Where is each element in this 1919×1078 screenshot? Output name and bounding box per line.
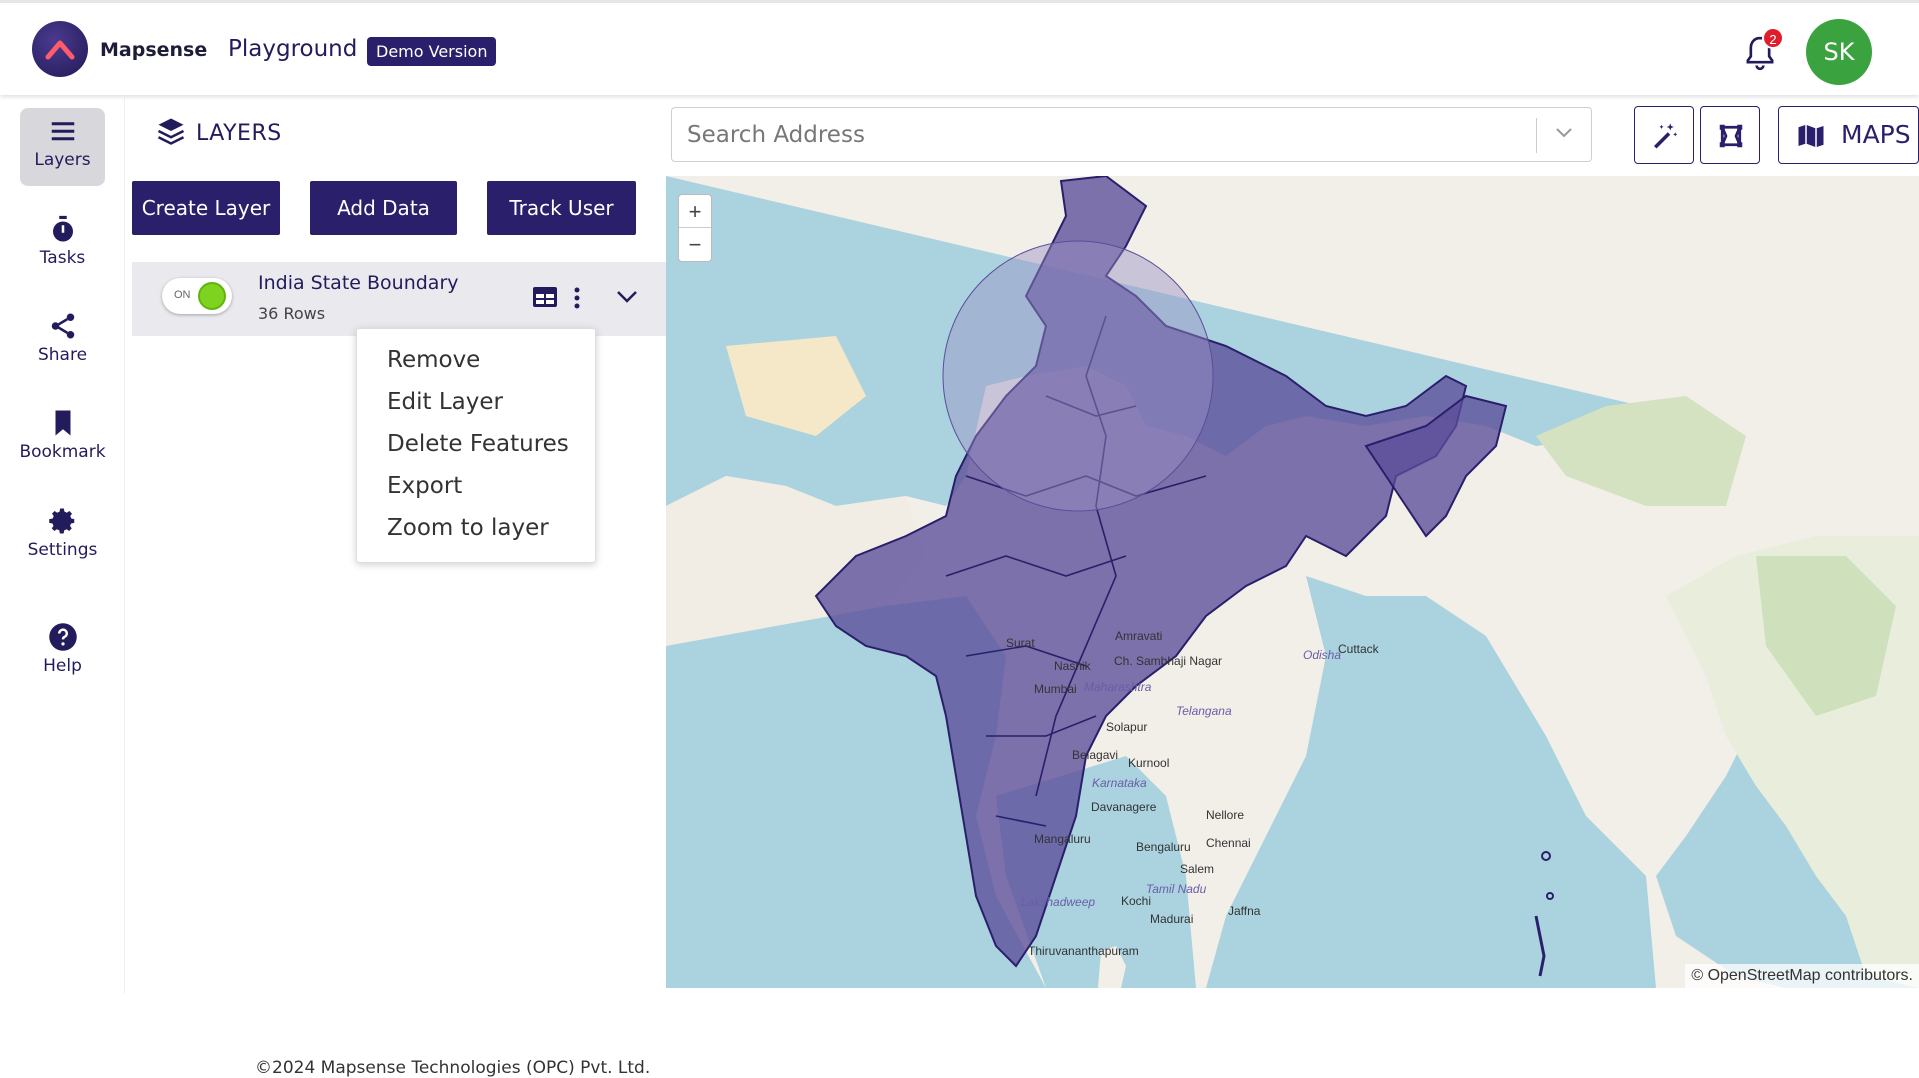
magic-wand-button[interactable] bbox=[1634, 106, 1694, 164]
nav-label: Settings bbox=[27, 540, 98, 560]
layers-icon bbox=[157, 118, 185, 145]
nav-help[interactable]: Help bbox=[20, 614, 105, 692]
share-icon bbox=[51, 313, 74, 339]
menu-icon bbox=[51, 122, 74, 141]
search-divider bbox=[1536, 118, 1537, 153]
map-icon bbox=[1798, 124, 1824, 148]
layer-name: India State Boundary bbox=[258, 272, 459, 294]
map-label: Tamil Nadu bbox=[1146, 882, 1207, 896]
map-label: Nashik bbox=[1054, 659, 1091, 673]
dropdown-chevron-icon[interactable] bbox=[1554, 126, 1574, 140]
left-nav: Layers Tasks Share Bookmark Settings Hel… bbox=[0, 98, 125, 993]
add-data-button[interactable]: Add Data bbox=[310, 181, 457, 235]
nav-label: Share bbox=[37, 345, 88, 365]
nav-label: Layers bbox=[34, 150, 91, 170]
notification-count-badge: 2 bbox=[1762, 27, 1784, 49]
map-label: Kurnool bbox=[1128, 756, 1170, 770]
table-icon[interactable] bbox=[532, 286, 558, 308]
map-label: Karnataka bbox=[1092, 776, 1147, 790]
map-label: Solapur bbox=[1106, 720, 1148, 734]
map-label: Telangana bbox=[1176, 704, 1232, 718]
map-attribution[interactable]: © OpenStreetMap contributors. bbox=[1685, 964, 1919, 988]
nav-label: Bookmark bbox=[19, 442, 106, 462]
map-canvas[interactable]: + − Surat Nashik Mumbai Amravati Ch. Sam… bbox=[666, 176, 1919, 988]
layer-visibility-toggle[interactable]: ON bbox=[162, 278, 232, 314]
map-label: Amravati bbox=[1115, 629, 1163, 643]
menu-item-zoom-to-layer[interactable]: Zoom to layer bbox=[387, 515, 549, 541]
zoom-out-button[interactable]: − bbox=[679, 228, 711, 261]
draw-polygon-button[interactable] bbox=[1700, 106, 1760, 164]
map-label: Chennai bbox=[1206, 836, 1251, 850]
map-label: Bengaluru bbox=[1136, 840, 1191, 854]
menu-item-edit-layer[interactable]: Edit Layer bbox=[387, 389, 503, 415]
menu-item-remove[interactable]: Remove bbox=[387, 347, 480, 373]
panel-title-text: LAYERS bbox=[196, 121, 282, 146]
map-label: Ch. Sambhaji Nagar bbox=[1114, 654, 1223, 668]
layer-row[interactable]: ON India State Boundary 36 Rows bbox=[132, 262, 666, 336]
zoom-in-button[interactable]: + bbox=[679, 195, 711, 228]
map-label: Surat bbox=[1006, 636, 1035, 650]
map-label: Mangaluru bbox=[1034, 832, 1091, 846]
nav-label: Tasks bbox=[39, 248, 86, 268]
copyright-footer: ©2024 Mapsense Technologies (OPC) Pvt. L… bbox=[255, 1058, 651, 1078]
track-user-button[interactable]: Track User bbox=[487, 181, 636, 235]
mapsense-logo[interactable] bbox=[32, 21, 88, 77]
app-header: Mapsense Playground Demo Version 2 SK bbox=[0, 0, 1919, 95]
map-label: Thiruvananthapuram bbox=[1028, 944, 1139, 958]
demo-badge: Demo Version bbox=[367, 37, 497, 66]
layer-row-count: 36 Rows bbox=[258, 304, 326, 323]
map-label: Jaffna bbox=[1228, 904, 1261, 918]
toggle-label: ON bbox=[174, 289, 191, 301]
gear-icon bbox=[48, 508, 74, 534]
menu-item-delete-features[interactable]: Delete Features bbox=[387, 431, 569, 457]
user-avatar[interactable]: SK bbox=[1806, 19, 1872, 85]
map-label: Salem bbox=[1180, 862, 1215, 876]
magic-wand-icon bbox=[1654, 123, 1678, 149]
brand-name: Mapsense bbox=[100, 39, 208, 61]
panel-title: LAYERS bbox=[156, 116, 282, 146]
bookmark-icon bbox=[55, 410, 70, 436]
nav-label: Help bbox=[43, 656, 82, 676]
map-basemap bbox=[666, 176, 1919, 988]
map-label: Belagavi bbox=[1072, 748, 1119, 762]
app-title: Playground bbox=[228, 36, 358, 62]
nav-layers[interactable]: Layers bbox=[20, 108, 105, 186]
map-label: Lakshadweep bbox=[1021, 895, 1096, 909]
map-label: Odisha bbox=[1303, 648, 1342, 662]
nav-share[interactable]: Share bbox=[20, 303, 105, 381]
zoom-control: + − bbox=[678, 194, 712, 262]
map-label: Davanagere bbox=[1091, 800, 1157, 814]
map-label: Kochi bbox=[1121, 894, 1152, 908]
chevron-down-icon[interactable] bbox=[616, 290, 638, 304]
map-label: Madurai bbox=[1150, 912, 1194, 926]
layer-context-menu: Remove Edit Layer Delete Features Export… bbox=[356, 328, 596, 563]
create-layer-button[interactable]: Create Layer bbox=[132, 181, 280, 235]
search-input[interactable] bbox=[672, 108, 1532, 161]
maps-label: MAPS bbox=[1841, 120, 1911, 149]
nav-tasks[interactable]: Tasks bbox=[20, 206, 105, 284]
map-label: Cuttack bbox=[1338, 642, 1379, 656]
help-icon bbox=[48, 623, 77, 651]
stopwatch-icon bbox=[52, 215, 73, 242]
nav-settings[interactable]: Settings bbox=[20, 498, 105, 576]
nav-bookmark[interactable]: Bookmark bbox=[15, 400, 110, 478]
map-label: Mumbai bbox=[1034, 682, 1077, 696]
map-label: Nellore bbox=[1206, 808, 1245, 822]
menu-item-export[interactable]: Export bbox=[387, 473, 462, 499]
logo-mark-icon bbox=[45, 40, 75, 60]
toggle-knob bbox=[198, 282, 226, 310]
maps-button[interactable]: MAPS bbox=[1778, 106, 1919, 164]
address-search bbox=[671, 107, 1592, 162]
more-vertical-icon[interactable] bbox=[572, 286, 582, 310]
polygon-draw-icon bbox=[1719, 124, 1743, 148]
map-label: Maharashtra bbox=[1084, 680, 1152, 694]
